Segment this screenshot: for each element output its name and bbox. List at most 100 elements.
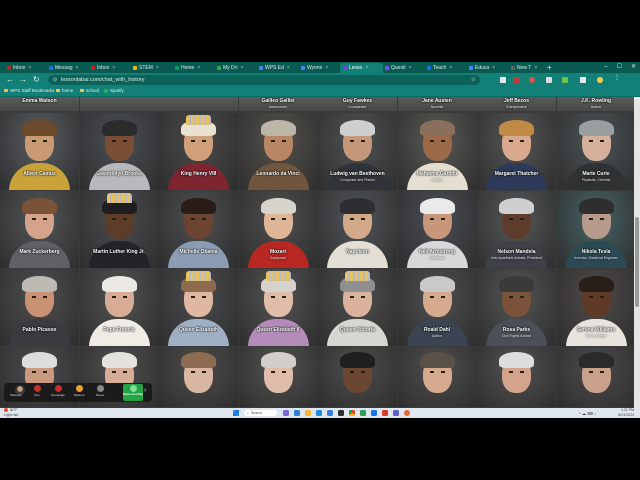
portrait-card[interactable] [79,97,159,111]
mail-icon[interactable] [327,410,333,416]
weather-widget[interactable]: 82°F Light rain [4,408,18,417]
browser-tab[interactable]: Inbox × [88,63,131,73]
maximize-button[interactable]: ☐ [617,62,622,73]
screencast-icon[interactable] [404,410,410,416]
taskbar-search[interactable]: ⌕ Search [244,410,277,416]
app-icon[interactable] [382,410,388,416]
scrollbar-thumb[interactable] [635,217,639,307]
new-tab-button[interactable]: + [547,63,552,72]
portrait-card[interactable]: Napoleon [318,191,397,268]
portrait-card[interactable]: Queen Elizabeth II [238,269,318,346]
system-tray-icons[interactable]: ^ ☁ ⌨ ♪ [579,411,596,416]
close-tab-icon[interactable]: × [156,65,159,71]
browser-tab[interactable]: Lesso × [340,63,383,73]
chrome-icon[interactable] [349,410,355,416]
portrait-card[interactable]: Pope Francis [79,269,159,346]
minimize-button[interactable]: – [604,62,607,73]
portrait-card[interactable]: Margaret Thatcher [477,113,556,190]
browser-tab[interactable]: Wyomi × [298,63,341,73]
close-tab-icon[interactable]: × [28,65,31,71]
portrait-card[interactable]: Neil Armstrong Astronaut [397,191,477,268]
portrait-card[interactable]: Pablo Picasso [0,269,79,346]
recorder-rectangle-button[interactable]: Rectangle [48,384,68,401]
close-tab-icon[interactable]: × [325,65,328,71]
browser-tab[interactable]: Questi × [382,63,425,73]
profile-avatar[interactable] [597,77,603,83]
bookmark-item[interactable]: WPS Staff Bookmarks [4,88,54,93]
reload-button[interactable]: ↻ [33,75,40,85]
menu-icon[interactable]: ⋮ [614,75,620,82]
portrait-card[interactable]: Emma Watson [0,97,79,111]
recorder-pause-button[interactable]: Pause [90,384,110,401]
portrait-card[interactable]: Serena Williams Tennis Player [556,269,636,346]
portrait-card[interactable]: Queen Elizabeth [159,269,238,346]
portrait-card[interactable] [159,97,238,111]
task-view-icon[interactable] [283,410,289,416]
store-icon[interactable] [338,410,344,416]
close-tab-icon[interactable]: × [449,65,452,71]
portrait-card[interactable] [556,347,636,407]
collapse-chevron-icon[interactable]: ‹ [144,387,146,394]
browser-tab[interactable]: Messag × [46,63,89,73]
close-tab-icon[interactable]: × [287,65,290,71]
edge-icon[interactable] [316,410,322,416]
close-tab-icon[interactable]: × [76,65,79,71]
browser-tab[interactable]: Educa × [466,63,509,73]
browser-tab[interactable]: New T × [508,63,551,73]
puzzle-extensions-icon[interactable] [546,77,552,83]
extension-icon[interactable] [562,77,568,83]
portrait-card[interactable]: Mahatma Gandhi Leader [397,113,477,190]
bookmark-item[interactable]: school [80,88,99,93]
forward-button[interactable]: → [19,75,27,85]
address-bar-url[interactable]: lessonlabai.com/chat_with_history [61,75,144,85]
portrait-card[interactable]: J.K. Rowling Author [556,97,636,111]
close-window-button[interactable]: ✕ [631,62,636,73]
portrait-card[interactable]: Jeff Bezos Entrepreneur [477,97,556,111]
app-icon[interactable] [371,410,377,416]
portrait-card[interactable]: Albert Camus [0,113,79,190]
portrait-card[interactable]: Roald Dahl Author [397,269,477,346]
extension-icon[interactable] [513,77,519,83]
portrait-card[interactable] [238,347,318,407]
close-tab-icon[interactable]: × [408,65,411,71]
portrait-card[interactable]: Gwendolyn Brooks [79,113,159,190]
close-tab-icon[interactable]: × [240,65,243,71]
portrait-card[interactable]: Rosa Parks Civil Rights Activist [477,269,556,346]
share-recording-button[interactable]: Share recording [123,384,143,401]
address-bar[interactable]: ⊙ lessonlabai.com/chat_with_history ☆ [48,75,480,85]
portrait-card[interactable]: Mozart Composer [238,191,318,268]
recorder-pen-button[interactable]: Pen [27,384,47,401]
bookmark-item[interactable]: home [56,88,73,93]
sidebar-icon[interactable] [580,77,586,83]
teams-icon[interactable] [393,410,399,416]
portrait-card[interactable]: Martin Luther King Jr. [79,191,159,268]
browser-tab[interactable]: My Dri × [214,63,257,73]
clock[interactable]: 1:21 PM 8/21/2023 [618,408,634,417]
portrait-card[interactable]: Queen Victoria [318,269,397,346]
portrait-card[interactable]: Galileo Galilei Astronomer [238,97,318,111]
back-button[interactable]: ← [6,75,14,85]
extension-icon[interactable] [500,77,506,83]
portrait-card[interactable]: Leonardo da Vinci [238,113,318,190]
close-tab-icon[interactable]: × [534,65,537,71]
browser-tab[interactable]: WPS Ed × [256,63,299,73]
browser-tab[interactable]: STEM × [130,63,173,73]
app-icon[interactable] [360,410,366,416]
portrait-card[interactable] [318,347,397,407]
bookmark-star-icon[interactable]: ☆ [471,75,476,85]
page-scrollbar[interactable] [634,97,640,408]
portrait-card[interactable]: Mark Zuckerberg [0,191,79,268]
recorder-stickers-button[interactable]: Stickers [69,384,89,401]
portrait-card[interactable]: King Henry VIII [159,113,238,190]
close-tab-icon[interactable]: × [365,65,368,71]
portrait-card[interactable] [397,347,477,407]
extension-icon[interactable] [529,77,535,83]
portrait-card[interactable] [159,347,238,407]
portrait-card[interactable] [477,347,556,407]
close-tab-icon[interactable]: × [112,65,115,71]
portrait-card[interactable]: Ludwig van Beethoven Composer and Pianist [318,113,397,190]
close-tab-icon[interactable]: × [492,65,495,71]
portrait-card[interactable]: Nikola Tesla Inventor, Electrical Enginee… [556,191,636,268]
portrait-card[interactable]: Guy Fawkes Conspirator [318,97,397,111]
portrait-card[interactable]: Michelle Obama [159,191,238,268]
